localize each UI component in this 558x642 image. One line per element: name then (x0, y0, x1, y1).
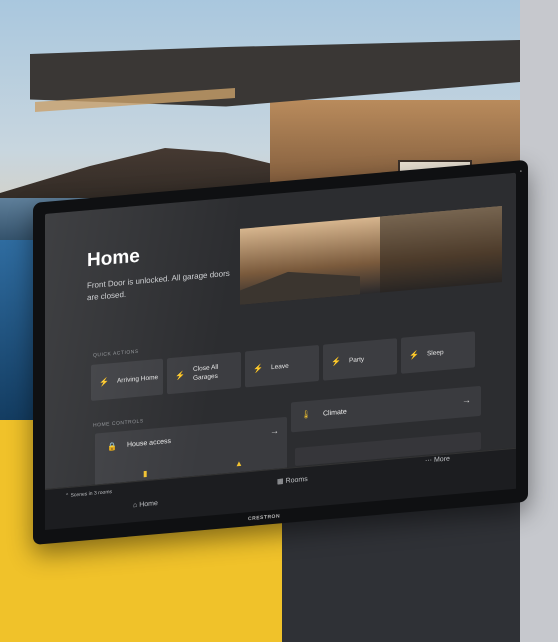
scenes-label: Scenes in 3 rooms (70, 489, 113, 499)
tablet-sensor: ● (519, 168, 522, 174)
camera-window (380, 205, 502, 293)
house-access-label: House access (127, 437, 171, 449)
quick-action-close-all-garages[interactable]: ⚡ Close All Garages (167, 351, 241, 395)
brand-logo: CRESTRON (248, 513, 281, 523)
scenes-indicator[interactable]: ⌃ Scenes in 3 rooms (65, 489, 112, 499)
thermometer-icon: 🌡 (301, 409, 312, 420)
garage-icon: ▲ (235, 458, 243, 469)
nav-more[interactable]: ⋯ More (425, 455, 450, 465)
bolt-icon: ⚡ (409, 349, 419, 360)
bolt-icon: ⚡ (253, 363, 263, 374)
bolt-icon: ⚡ (331, 356, 341, 367)
quick-action-label: Arriving Home (116, 373, 159, 385)
quick-action-label: Leave (270, 362, 289, 371)
nav-home-label: Home (139, 500, 158, 509)
quick-action-label: Close All Garages (192, 363, 219, 383)
home-controls-header: HOME CONTROLS (93, 418, 144, 429)
quick-action-label: Party (348, 355, 365, 364)
touch-panel: ● Home Front Door is unlocked. All garag… (33, 159, 528, 545)
bolt-icon: ⚡ (99, 376, 109, 387)
lock-icon: 🔒 (107, 441, 117, 452)
nav-rooms-label: Rooms (285, 475, 308, 485)
climate-label: Climate (323, 408, 347, 418)
quick-actions-header: QUICK ACTIONS (93, 348, 139, 359)
camera-feed[interactable] (240, 205, 502, 305)
arrow-right-icon: → (270, 425, 279, 437)
page-title: Home (87, 245, 140, 272)
nav-rooms[interactable]: ▦ Rooms (277, 475, 308, 486)
door-icon: ▮ (143, 468, 148, 479)
quick-action-party[interactable]: ⚡ Party (323, 338, 397, 381)
camera-hill (240, 258, 360, 304)
quick-action-label: Sleep (426, 348, 444, 358)
nav-more-label: More (433, 455, 450, 464)
quick-action-arriving-home[interactable]: ⚡ Arriving Home (91, 358, 163, 401)
arrow-right-icon: → (462, 394, 471, 406)
quick-action-leave[interactable]: ⚡ Leave (245, 344, 319, 388)
climate-card[interactable]: 🌡 Climate → (291, 385, 481, 433)
status-text: Front Door is unlocked. All garage doors… (87, 268, 230, 303)
quick-action-sleep[interactable]: ⚡ Sleep (401, 331, 475, 374)
bolt-icon: ⚡ (175, 370, 185, 381)
nav-home[interactable]: ⌂ Home (133, 500, 158, 509)
